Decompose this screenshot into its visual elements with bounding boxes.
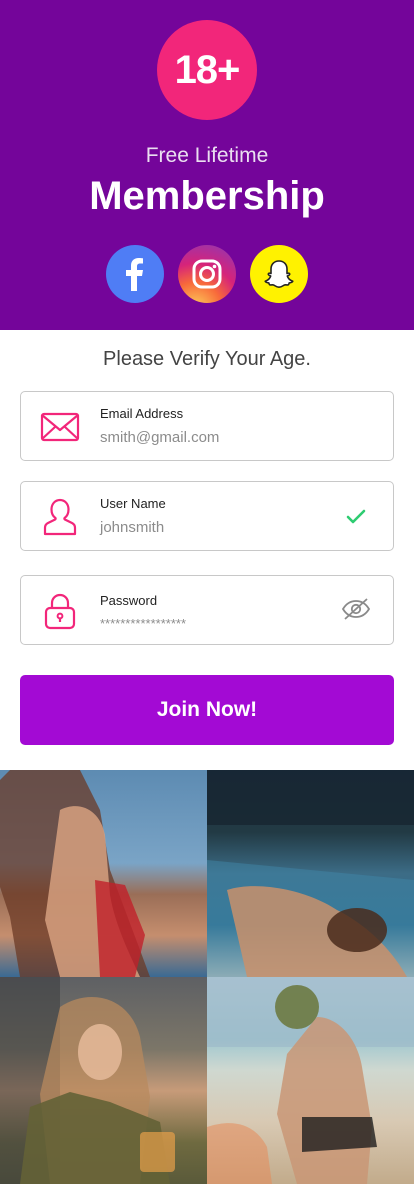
password-input[interactable]: *****************	[100, 616, 186, 631]
email-field[interactable]: Email Address smith@gmail.com	[20, 391, 394, 461]
age-badge: 18+	[157, 20, 257, 120]
hero-title: Membership	[89, 174, 325, 218]
facebook-icon	[126, 258, 143, 291]
gallery-photo-3[interactable]	[0, 977, 207, 1184]
envelope-icon	[40, 412, 80, 442]
gallery-photo-1[interactable]	[0, 770, 207, 977]
lock-icon	[44, 593, 76, 630]
photo-4	[207, 977, 414, 1184]
email-input[interactable]: smith@gmail.com	[100, 429, 219, 446]
checkmark-icon	[346, 509, 366, 524]
username-input[interactable]: johnsmith	[100, 519, 164, 536]
username-label: User Name	[100, 496, 166, 511]
facebook-button[interactable]	[106, 245, 164, 303]
email-label: Email Address	[100, 406, 184, 421]
eye-slash-icon[interactable]	[341, 596, 371, 622]
hero-banner: 18+ Free Lifetime Membership	[0, 0, 414, 330]
verify-age-heading: Please Verify Your Age.	[103, 348, 311, 370]
username-field[interactable]: User Name johnsmith	[20, 481, 394, 551]
user-icon	[43, 498, 77, 536]
instagram-icon	[192, 259, 222, 289]
hero-subtitle: Free Lifetime	[145, 144, 269, 167]
snapchat-button[interactable]	[250, 245, 308, 303]
instagram-button[interactable]	[178, 245, 236, 303]
join-now-button[interactable]: Join Now!	[20, 675, 394, 745]
gallery-photo-4[interactable]	[207, 977, 414, 1184]
photo-2	[207, 770, 414, 977]
gallery-photo-2[interactable]	[207, 770, 414, 977]
password-label: Password	[100, 593, 158, 608]
password-field[interactable]: Password *****************	[20, 575, 394, 645]
snapchat-icon	[264, 260, 294, 288]
photo-1	[0, 770, 150, 977]
photo-3	[0, 977, 175, 1184]
